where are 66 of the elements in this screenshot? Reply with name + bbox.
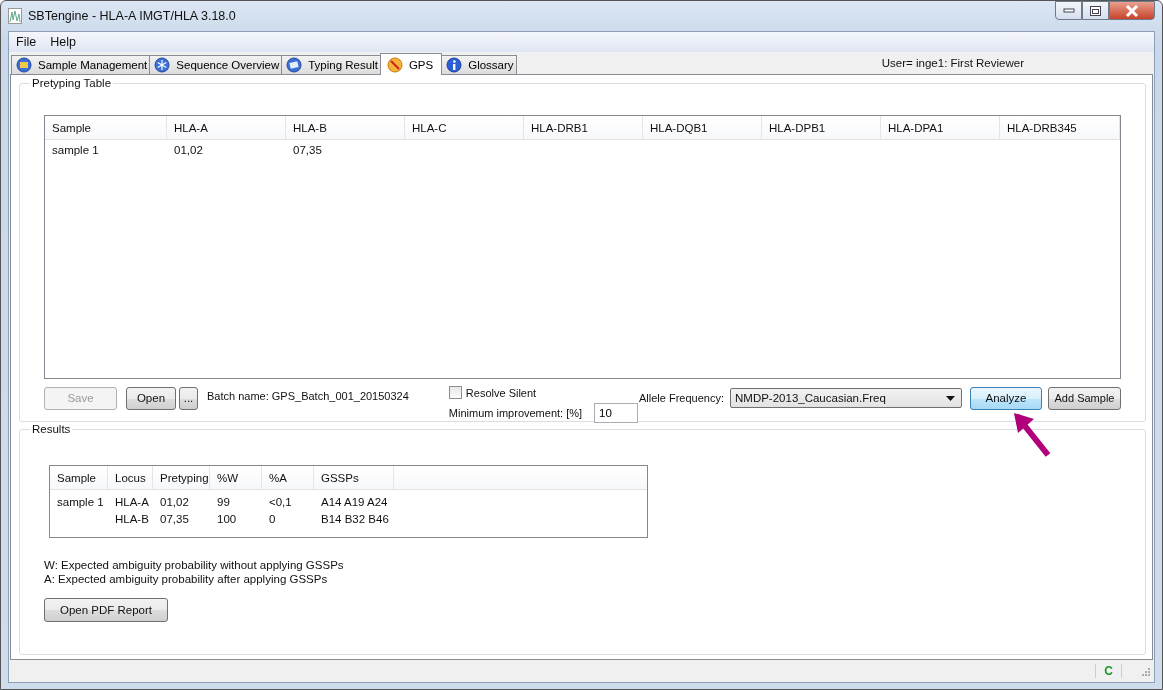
column-header[interactable]: HLA-DPB1 <box>762 116 881 139</box>
tab[interactable]: Typing Result <box>281 55 381 74</box>
menu-item[interactable]: Help <box>43 35 83 49</box>
tab[interactable]: Sequence Overview <box>149 55 283 74</box>
resize-grip-icon <box>1140 666 1150 676</box>
input-field[interactable]: 10 <box>594 403 639 423</box>
folder-icon <box>16 57 32 73</box>
analyze-button[interactable]: Analyze <box>970 386 1042 410</box>
close-button[interactable] <box>1109 1 1155 20</box>
table-cell-text: 07,35 <box>292 143 323 158</box>
column-header[interactable]: HLA-A <box>167 116 286 139</box>
table-cell-text: B14 B32 B46 <box>320 511 390 527</box>
table-cell-text: HLA-B <box>114 511 150 527</box>
open-pdf-button[interactable]: Open PDF Report <box>44 598 168 622</box>
legend-note: W: Expected ambiguity probability without applying GSSPs <box>44 558 345 572</box>
column-header[interactable]: Sample <box>50 466 108 489</box>
table-cell-text: A14 A19 A24 <box>320 494 389 510</box>
tab[interactable]: GPS <box>379 53 443 75</box>
column-header[interactable]: HLA-DQB1 <box>643 116 762 139</box>
tab[interactable]: Sample Management <box>11 55 151 74</box>
table-cell-text: 01,02 <box>159 494 190 510</box>
table-cell-text: sample 1 <box>56 494 105 510</box>
document-icon <box>286 57 303 73</box>
checkbox[interactable] <box>448 386 462 399</box>
table-cell-text: 01,02 <box>173 143 204 158</box>
column-header[interactable]: GSSPs <box>314 466 394 489</box>
column-header[interactable]: Locus <box>108 466 153 489</box>
column-header[interactable]: HLA-DPA1 <box>881 116 1000 139</box>
table-cell-text: 0 <box>268 511 277 527</box>
minimize-button[interactable] <box>1055 1 1082 20</box>
open-button[interactable]: Open <box>126 386 176 410</box>
table-cell-text: 99 <box>216 494 231 510</box>
column-header[interactable]: HLA-DRB345 <box>1000 116 1120 139</box>
dropdown-arrow-icon <box>946 395 955 401</box>
table-cell-text: HLA-A <box>114 494 150 510</box>
tab[interactable]: Glossary <box>441 55 517 74</box>
close-icon <box>1125 4 1139 17</box>
column-header[interactable]: %A <box>262 466 314 489</box>
batch-name: Batch name: GPS_Batch_001_20150324 <box>207 390 409 402</box>
column-header[interactable]: HLA-DRB1 <box>524 116 643 139</box>
table-cell-text: sample 1 <box>51 143 100 158</box>
field-label: Allele Frequency: <box>639 392 724 404</box>
app-icon <box>8 8 22 24</box>
dropdown[interactable]: NMDP-2013_Caucasian.Freq <box>730 388 962 408</box>
group-title: Results <box>31 423 72 435</box>
group-title: Pretyping Table <box>31 77 113 89</box>
browse-button[interactable]: ... <box>179 386 198 410</box>
legend-note: A: Expected ambiguity probability after applying GSSPs <box>44 572 329 586</box>
window-title: SBTengine - HLA-A IMGT/HLA 3.18.0 <box>28 9 236 23</box>
column-header[interactable]: %W <box>210 466 262 489</box>
table-cell-text: 100 <box>216 511 238 527</box>
table-cell-text: <0,1 <box>268 494 293 510</box>
status-indicator: C <box>1095 664 1122 678</box>
minimize-icon <box>1062 7 1075 14</box>
table-cell-text: 07,35 <box>159 511 190 527</box>
maximize-button[interactable] <box>1082 1 1109 20</box>
maximize-icon <box>1090 5 1101 16</box>
field-label: Minimum improvement: [%] <box>448 407 583 419</box>
checkbox-label: Resolve Silent <box>465 386 537 399</box>
column-header[interactable]: Pretyping <box>153 466 210 489</box>
column-header[interactable]: HLA-B <box>286 116 405 139</box>
column-header[interactable]: HLA-C <box>405 116 524 139</box>
column-header[interactable]: Sample <box>45 116 167 139</box>
add-sample-button[interactable]: Add Sample <box>1048 386 1121 410</box>
user-label: User= inge1: First Reviewer <box>881 57 1024 69</box>
menu-item[interactable]: File <box>9 35 44 49</box>
